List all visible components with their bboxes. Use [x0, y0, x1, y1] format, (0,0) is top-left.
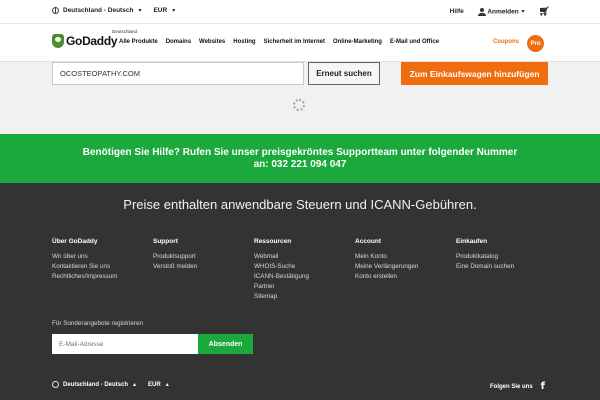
signin-label: Anmelden [487, 8, 519, 16]
utility-bar: Deutschland - Deutsch ▾ EUR ▾ Hilfe Anme… [0, 0, 600, 24]
language-selector[interactable]: Deutschland - Deutsch ▾ EUR ▾ [52, 7, 175, 14]
chevron-down-icon: ▾ [172, 8, 176, 14]
footer-column-title: Support [153, 238, 178, 245]
footer-column-support: Support Produktsupport Verstoß melden [153, 238, 253, 272]
signin-menu[interactable]: Anmelden ▾ [477, 7, 525, 16]
footer-column-title: Account [355, 238, 381, 245]
footer-column-title: Über GoDaddy [52, 238, 98, 245]
language-label: Deutschland - Deutsch [63, 7, 134, 14]
user-icon [477, 7, 486, 16]
footer-language-selector[interactable]: Deutschland - Deutsch ▴ EUR ▴ [52, 381, 169, 388]
search-again-button[interactable]: Erneut suchen [308, 62, 380, 85]
footer-link[interactable]: Produktsupport [153, 252, 253, 262]
loading-spinner-icon [293, 99, 305, 111]
chevron-up-icon: ▴ [133, 382, 137, 388]
nav-links: Alle Produkte Domains Websites Hosting S… [119, 39, 439, 45]
footer-column-title: Ressourcen [254, 238, 292, 245]
footer-link[interactable]: Webmail [254, 252, 354, 262]
logo-mark [52, 34, 64, 48]
footer-link[interactable]: WHOIS-Suche [254, 262, 354, 272]
signup-label: Für Sonderangebote registrieren [52, 320, 144, 327]
footer: Preise enthalten anwendbare Steuern und … [0, 183, 600, 400]
prices-note: Preise enthalten anwendbare Steuern und … [123, 197, 477, 212]
add-to-cart-button[interactable]: Zum Einkaufswagen hinzufügen [401, 62, 548, 85]
facebook-icon[interactable]: f [541, 381, 545, 392]
submit-email-button[interactable]: Absenden [198, 334, 253, 354]
footer-column-resources: Ressourcen Webmail WHOIS-Suche ICANN-Bes… [254, 238, 354, 302]
chevron-up-icon: ▴ [165, 382, 169, 388]
support-text-line1: Benötigen Sie Hilfe? Rufen Sie unser pre… [82, 147, 518, 158]
footer-link[interactable]: Produktkatalog [456, 252, 556, 262]
cart-icon[interactable]: 🛒︎ [539, 6, 550, 17]
nav-item-websites[interactable]: Websites [199, 39, 225, 45]
domain-search-input[interactable] [52, 62, 304, 85]
logo-text: GoDaddy [66, 34, 118, 48]
nav-item-hosting[interactable]: Hosting [233, 39, 255, 45]
help-link[interactable]: Hilfe [450, 8, 464, 15]
footer-link[interactable]: Konto erstellen [355, 272, 455, 282]
chevron-down-icon: ▾ [521, 9, 525, 16]
footer-link[interactable]: Wir über uns [52, 252, 152, 262]
godaddy-logo[interactable]: GoDaddy Deutschland [52, 29, 137, 48]
footer-link[interactable]: ICANN-Bestätigung [254, 272, 354, 282]
footer-link[interactable]: Partner [254, 282, 354, 292]
support-banner: Benötigen Sie Hilfe? Rufen Sie unser pre… [0, 134, 600, 183]
globe-icon [52, 381, 59, 388]
domain-search-area: Erneut suchen Zum Einkaufswagen hinzufüg… [0, 62, 600, 134]
nav-item-all-products[interactable]: Alle Produkte [119, 39, 158, 45]
email-field[interactable] [52, 334, 198, 354]
footer-column-account: Account Mein Konto Meine Verlängerungen … [355, 238, 455, 282]
footer-column-shopping: Einkaufen Produktkatalog Eine Domain suc… [456, 238, 556, 272]
support-text-line2: an: 032 221 094 047 [253, 159, 347, 170]
pro-badge[interactable]: Pro [527, 35, 544, 52]
footer-link[interactable]: Mein Konto [355, 252, 455, 262]
nav-item-domains[interactable]: Domains [166, 39, 191, 45]
footer-column-about: Über GoDaddy Wir über uns Kontaktieren S… [52, 238, 152, 282]
footer-currency-label[interactable]: EUR [148, 382, 161, 388]
main-nav: GoDaddy Deutschland Alle Produkte Domain… [0, 24, 600, 62]
chevron-down-icon: ▾ [138, 8, 142, 14]
nav-item-email-office[interactable]: E-Mail und Office [390, 39, 439, 45]
footer-link[interactable]: Verstoß melden [153, 262, 253, 272]
footer-link[interactable]: Kontaktieren Sie uns [52, 262, 152, 272]
follow-label: Folgen Sie uns [490, 383, 533, 390]
follow-us: Folgen Sie uns f [490, 381, 545, 392]
currency-label[interactable]: EUR [153, 7, 167, 14]
footer-link[interactable]: Eine Domain suchen [456, 262, 556, 272]
footer-link[interactable]: Rechtliches/Impressum [52, 272, 152, 282]
nav-item-online-marketing[interactable]: Online-Marketing [333, 39, 382, 45]
coupons-link[interactable]: Coupons [493, 39, 519, 45]
footer-link[interactable]: Sitemap [254, 292, 354, 302]
footer-link[interactable]: Meine Verlängerungen [355, 262, 455, 272]
footer-language-label: Deutschland - Deutsch [63, 381, 129, 388]
logo-region: Deutschland [112, 29, 138, 34]
globe-icon [52, 7, 59, 14]
footer-column-title: Einkaufen [456, 238, 488, 245]
nav-item-security[interactable]: Sicherheit im Internet [264, 39, 325, 45]
